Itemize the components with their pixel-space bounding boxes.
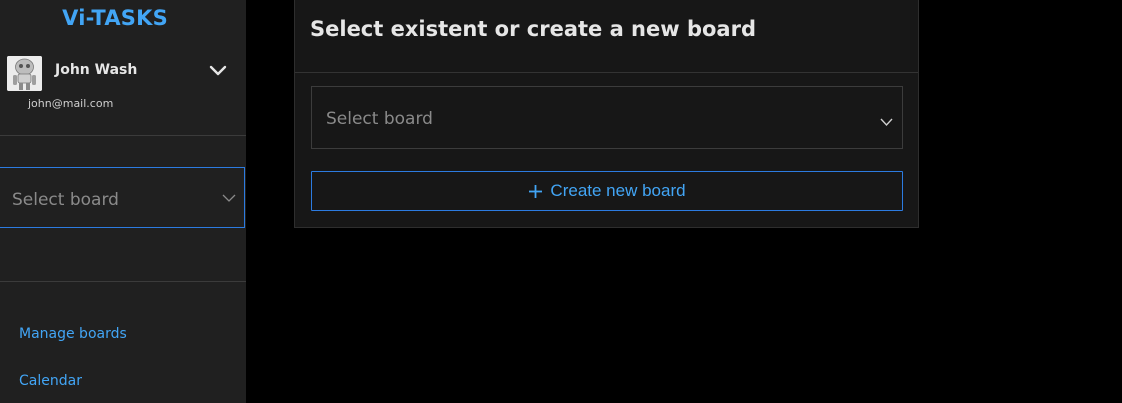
- chevron-down-icon[interactable]: [206, 60, 230, 82]
- sidebar-divider: [0, 135, 246, 136]
- sidebar-item-calendar[interactable]: Calendar: [19, 373, 82, 389]
- sidebar-item-manage-boards[interactable]: Manage boards: [19, 326, 127, 342]
- sidebar-divider: [0, 281, 246, 282]
- modal-title: Select existent or create a new board: [310, 17, 756, 41]
- modal-board-select-placeholder: Select board: [326, 109, 433, 129]
- sidebar: Vi-TASKS John Wash john@mail.com Select …: [0, 0, 246, 403]
- app-title: Vi-TASKS: [62, 6, 168, 30]
- user-name: John Wash: [55, 62, 138, 78]
- sidebar-board-select[interactable]: Select board: [0, 167, 245, 228]
- chevron-down-icon: [880, 113, 893, 127]
- modal-board-select[interactable]: Select board: [311, 86, 903, 149]
- select-board-modal: Select existent or create a new board Se…: [294, 0, 919, 228]
- plus-icon: [528, 184, 543, 199]
- create-new-board-button[interactable]: Create new board: [311, 171, 903, 211]
- chevron-down-icon: [222, 189, 236, 202]
- modal-divider: [295, 72, 918, 73]
- robot-avatar-icon: [7, 56, 42, 91]
- user-email: john@mail.com: [28, 97, 114, 110]
- app-root: Vi-TASKS John Wash john@mail.com Select …: [0, 0, 1122, 403]
- sidebar-board-select-placeholder: Select board: [12, 190, 119, 210]
- create-new-board-label: Create new board: [550, 181, 686, 200]
